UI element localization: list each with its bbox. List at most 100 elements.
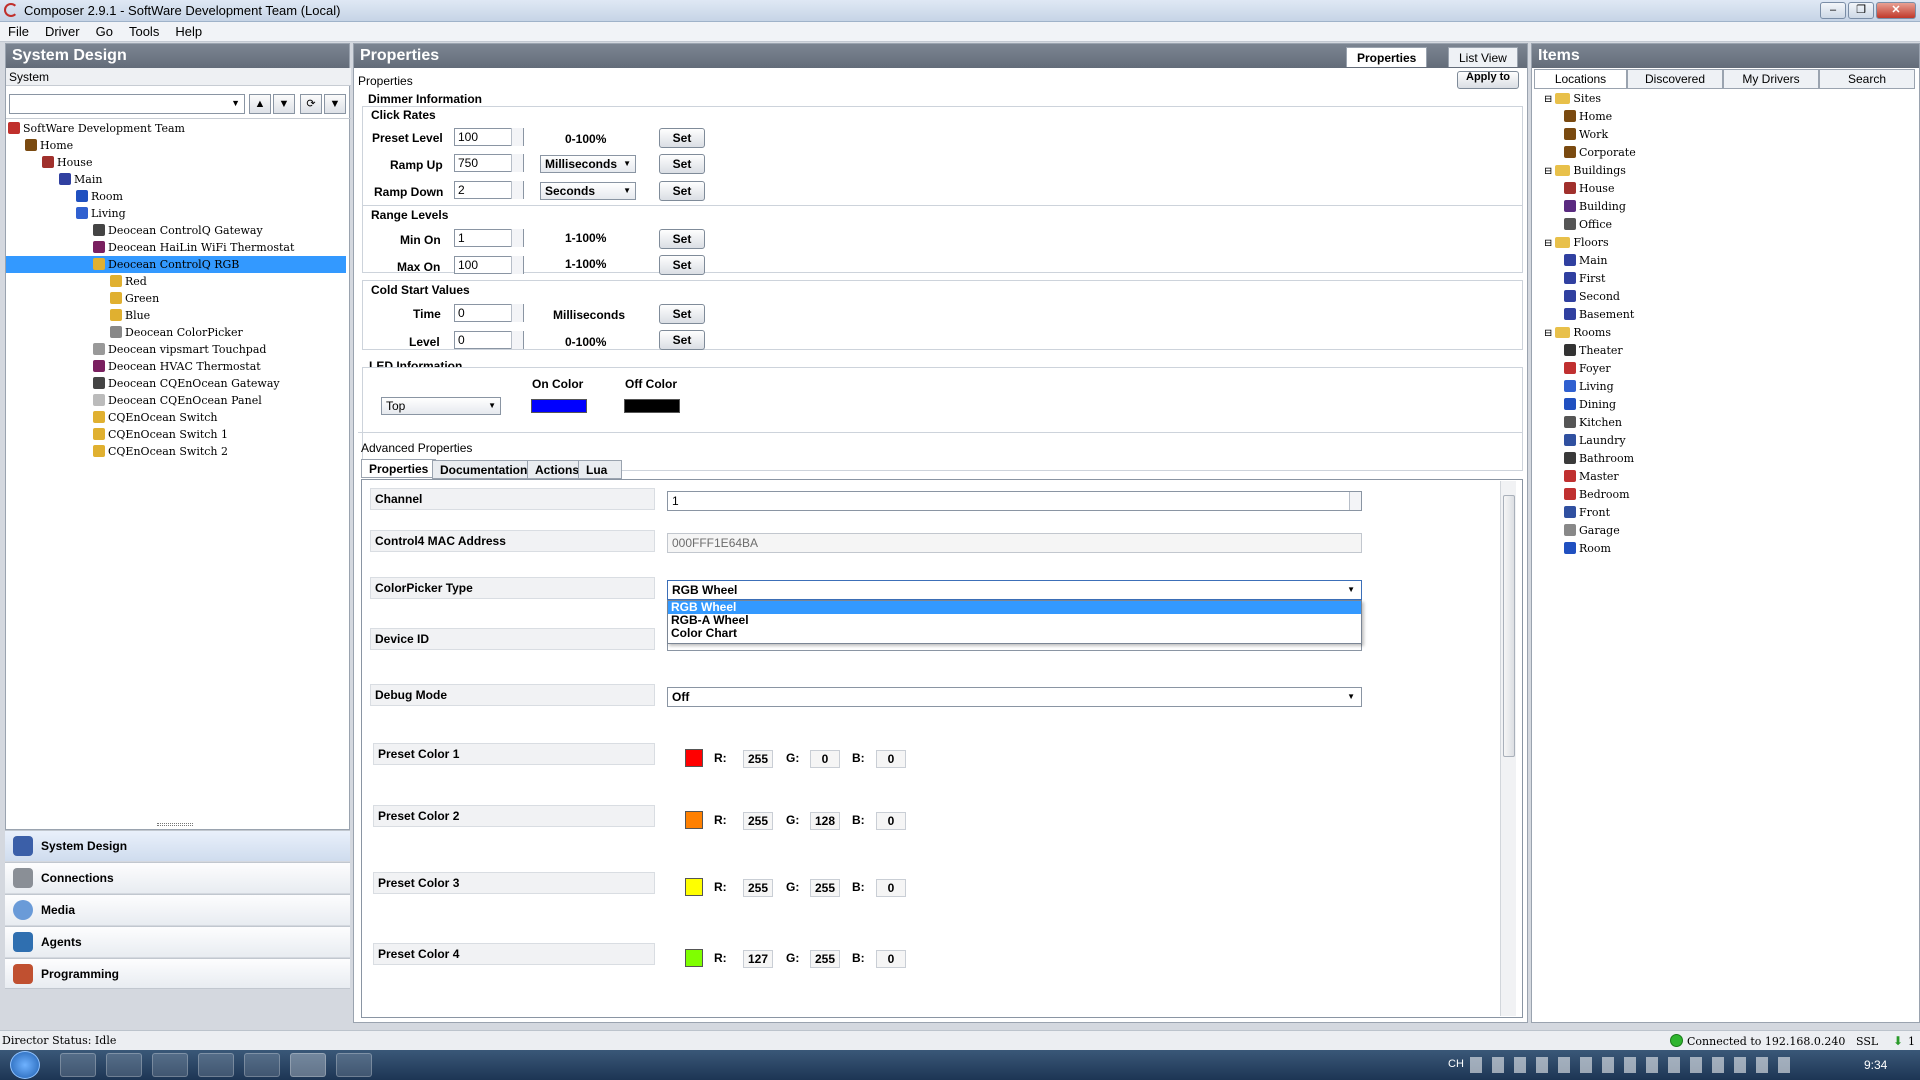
adv-tab-properties[interactable]: Properties <box>361 459 437 478</box>
system-tray-icons[interactable] <box>1470 1057 1800 1073</box>
location-item[interactable]: ⊟ Floors <box>1544 234 1609 251</box>
move-down-button[interactable]: ▼ <box>273 94 295 114</box>
wechat-taskbar-icon[interactable] <box>336 1053 372 1077</box>
tree-item[interactable]: Deocean ControlQ Gateway <box>93 222 263 239</box>
blue-value[interactable]: 0 <box>876 950 906 968</box>
tree-item[interactable]: Deocean HVAC Thermostat <box>93 358 261 375</box>
blue-value[interactable]: 0 <box>876 812 906 830</box>
menu-go[interactable]: Go <box>88 22 121 39</box>
nav-agents[interactable]: Agents <box>5 926 350 957</box>
system-combo[interactable]: ▼ <box>9 94 245 114</box>
nav-connections[interactable]: Connections <box>5 862 350 893</box>
composer-taskbar-icon[interactable] <box>290 1053 326 1077</box>
location-item[interactable]: Corporate <box>1564 144 1636 161</box>
tree-item[interactable]: CQEnOcean Switch <box>93 409 218 426</box>
paint-taskbar-icon[interactable] <box>244 1053 280 1077</box>
menu-help[interactable]: Help <box>167 22 210 39</box>
time-set-button[interactable]: Set <box>659 304 705 324</box>
dropdown-option-rgb-wheel[interactable]: RGB Wheel <box>668 601 1361 614</box>
tree-item[interactable]: House <box>42 154 92 171</box>
menu-file[interactable]: File <box>0 22 37 39</box>
location-item[interactable]: Kitchen <box>1564 414 1622 431</box>
channel-input[interactable]: 1 <box>667 491 1362 511</box>
location-item[interactable]: Bathroom <box>1564 450 1634 467</box>
colorpicker-type-select[interactable]: RGB Wheel ▼ <box>667 580 1362 600</box>
app-taskbar-icon[interactable] <box>152 1053 188 1077</box>
location-item[interactable]: ⊟ Rooms <box>1544 324 1611 341</box>
nav-system-design[interactable]: System Design <box>5 830 350 861</box>
restore-button[interactable]: ❐ <box>1848 2 1874 19</box>
tree-item[interactable]: Deocean CQEnOcean Panel <box>93 392 262 409</box>
tree-item[interactable]: CQEnOcean Switch 1 <box>93 426 228 443</box>
nav-programming[interactable]: Programming <box>5 958 350 989</box>
off-color-swatch[interactable] <box>624 399 680 413</box>
nav-media[interactable]: Media <box>5 894 350 925</box>
tree-item[interactable]: Room <box>76 188 123 205</box>
tree-item[interactable]: CQEnOcean Switch 2 <box>93 443 228 460</box>
ramp-up-stepper[interactable] <box>511 154 523 172</box>
red-value[interactable]: 255 <box>743 750 773 768</box>
tab-my-drivers[interactable]: My Drivers <box>1723 69 1819 89</box>
location-item[interactable]: Living <box>1564 378 1614 395</box>
collapse-icon[interactable]: ⊟ <box>1544 328 1552 339</box>
tree-item[interactable]: SoftWare Development Team <box>8 120 185 137</box>
time-stepper[interactable] <box>511 304 523 322</box>
adv-tab-lua[interactable]: Lua <box>578 460 622 479</box>
max-on-stepper[interactable] <box>511 256 523 274</box>
location-item[interactable]: ⊟ Sites <box>1544 90 1601 107</box>
tree-item[interactable]: Deocean ControlQ RGB <box>6 256 346 273</box>
level-stepper[interactable] <box>511 331 523 349</box>
splitter-handle[interactable] <box>157 823 193 826</box>
blue-value[interactable]: 0 <box>876 879 906 897</box>
ramp-up-unit-select[interactable]: Milliseconds ▼ <box>540 155 636 173</box>
location-item[interactable]: Laundry <box>1564 432 1626 449</box>
refresh-icon[interactable]: ⟳ <box>300 94 322 114</box>
minimize-button[interactable]: – <box>1820 2 1846 19</box>
preset-color-swatch[interactable] <box>685 749 703 767</box>
tree-item[interactable]: Red <box>110 273 147 290</box>
channel-stepper[interactable] <box>1349 492 1361 510</box>
tree-item[interactable]: Deocean CQEnOcean Gateway <box>93 375 280 392</box>
location-item[interactable]: House <box>1564 180 1614 197</box>
ramp-down-unit-select[interactable]: Seconds ▼ <box>540 182 636 200</box>
level-set-button[interactable]: Set <box>659 330 705 350</box>
red-value[interactable]: 127 <box>743 950 773 968</box>
location-item[interactable]: Garage <box>1564 522 1620 539</box>
start-button[interactable] <box>10 1051 40 1079</box>
preset-color-swatch[interactable] <box>685 878 703 896</box>
min-on-set-button[interactable]: Set <box>659 229 705 249</box>
move-up-button[interactable]: ▲ <box>249 94 271 114</box>
collapse-icon[interactable]: ⊟ <box>1544 238 1552 249</box>
green-value[interactable]: 0 <box>810 750 840 768</box>
location-item[interactable]: Second <box>1564 288 1620 305</box>
on-color-swatch[interactable] <box>531 399 587 413</box>
tree-item[interactable]: Deocean vipsmart Touchpad <box>93 341 266 358</box>
dropdown-option-rgba-wheel[interactable]: RGB-A Wheel <box>668 614 1361 627</box>
preset-level-stepper[interactable] <box>511 128 523 146</box>
dropdown-option-color-chart[interactable]: Color Chart <box>668 627 1361 640</box>
tab-list-view[interactable]: List View <box>1448 47 1518 67</box>
location-item[interactable]: Office <box>1564 216 1612 233</box>
explorer-taskbar-icon[interactable] <box>60 1053 96 1077</box>
location-item[interactable]: Basement <box>1564 306 1634 323</box>
location-item[interactable]: Bedroom <box>1564 486 1630 503</box>
preset-color-swatch[interactable] <box>685 811 703 829</box>
location-item[interactable]: ⊟ Buildings <box>1544 162 1626 179</box>
green-value[interactable]: 128 <box>810 812 840 830</box>
menu-driver[interactable]: Driver <box>37 22 88 39</box>
ramp-up-set-button[interactable]: Set <box>659 154 705 174</box>
location-item[interactable]: Work <box>1564 126 1608 143</box>
filter-icon[interactable]: ▼ <box>324 94 346 114</box>
location-item[interactable]: Front <box>1564 504 1610 521</box>
green-value[interactable]: 255 <box>810 950 840 968</box>
ramp-down-set-button[interactable]: Set <box>659 181 705 201</box>
location-item[interactable]: Foyer <box>1564 360 1611 377</box>
tab-search[interactable]: Search <box>1819 69 1915 89</box>
vertical-scrollbar[interactable] <box>1500 481 1516 1016</box>
led-position-select[interactable]: Top ▼ <box>381 397 501 415</box>
tree-item[interactable]: Main <box>59 171 102 188</box>
collapse-icon[interactable]: ⊟ <box>1544 94 1552 105</box>
location-item[interactable]: Theater <box>1564 342 1623 359</box>
tree-item[interactable]: Blue <box>110 307 150 324</box>
location-item[interactable]: Room <box>1564 540 1611 557</box>
